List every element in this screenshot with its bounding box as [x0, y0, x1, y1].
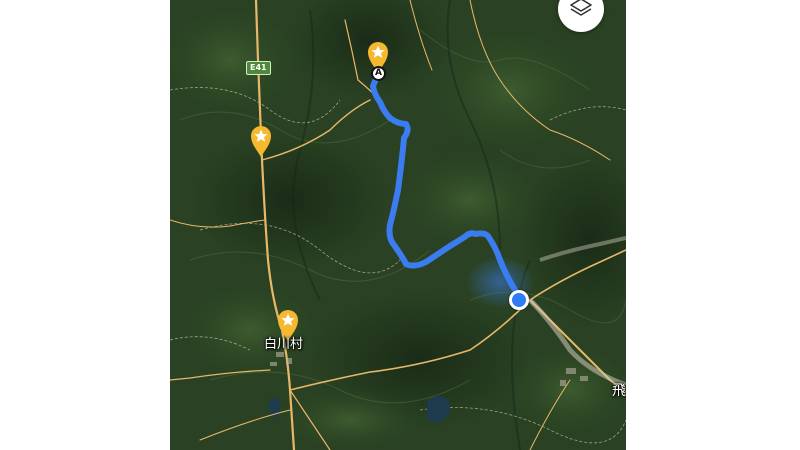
map-view[interactable]: E41 A 白川村 飛 [170, 0, 626, 450]
satellite-terrain [170, 0, 626, 450]
waypoint-a-marker[interactable]: A [371, 66, 386, 81]
place-label-edge: 飛 [612, 383, 626, 399]
star-icon [251, 126, 271, 157]
screen: E41 A 白川村 飛 [0, 0, 800, 450]
current-location-dot [509, 290, 529, 310]
star-pin-west[interactable] [249, 124, 273, 158]
place-label-shirakawa[interactable]: 白川村 [264, 333, 303, 352]
layers-icon [570, 0, 592, 16]
road-shield-e41: E41 [246, 61, 271, 75]
